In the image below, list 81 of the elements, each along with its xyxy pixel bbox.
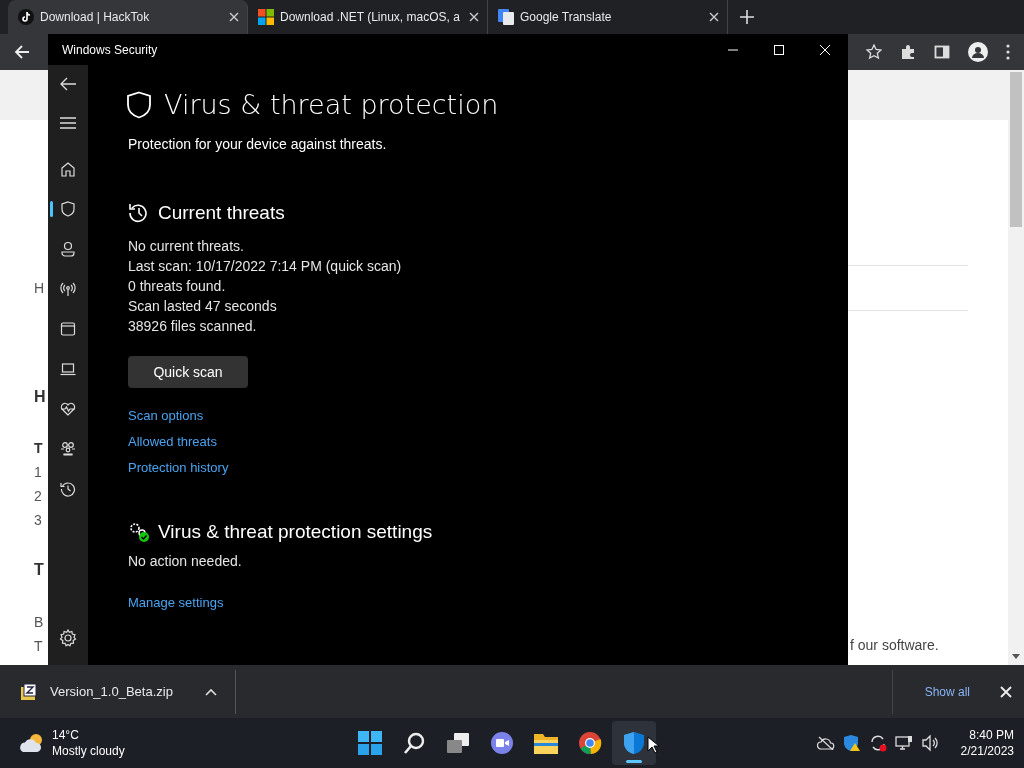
sync-icon[interactable] (868, 734, 887, 752)
settings-link[interactable]: Scan options (128, 408, 229, 423)
status-text: No current threats. (128, 237, 245, 256)
settings-link[interactable]: Protection history (128, 460, 229, 475)
cursor-icon (647, 736, 659, 754)
video-chat-icon (490, 731, 514, 755)
settings-link[interactable]: Allowed threats (128, 434, 229, 449)
page-text: 2 (34, 488, 42, 504)
page-text: 3 (34, 512, 42, 528)
network-icon[interactable] (894, 734, 913, 752)
status-text: 38926 files scanned. (128, 317, 258, 336)
family-icon (60, 441, 76, 457)
clock-date[interactable]: 2/21/2023 (960, 743, 1014, 759)
history-icon (60, 481, 76, 497)
star-icon[interactable] (866, 44, 882, 60)
close-icon[interactable] (229, 12, 239, 22)
shield-icon (60, 201, 76, 217)
side-panel-icon[interactable] (934, 44, 950, 60)
page-text: T (34, 440, 43, 456)
scroll-down-icon[interactable] (1012, 654, 1020, 659)
clock-time[interactable]: 8:40 PM (969, 727, 1014, 743)
windows-logo-icon (358, 731, 382, 755)
cloud-off-icon[interactable] (816, 736, 835, 750)
shield-icon (622, 731, 646, 755)
maximize-icon[interactable] (774, 44, 784, 55)
page-text: B (34, 614, 44, 630)
download-file-name[interactable]: Version_1.0_Beta.zip (50, 684, 173, 699)
folder-icon (533, 731, 559, 755)
page-text: T (34, 561, 44, 579)
antenna-icon (60, 281, 76, 297)
shield-warning-icon[interactable] (842, 734, 861, 752)
search-icon (402, 731, 426, 755)
profile-icon[interactable] (968, 42, 988, 62)
gears-check-icon (128, 521, 150, 543)
scrollbar[interactable] (1008, 70, 1024, 665)
page-text: H (34, 388, 46, 406)
status-text: Last scan: 10/17/2022 7:14 PM (quick scan) (128, 257, 402, 276)
home-icon (60, 161, 76, 177)
browser-logo-icon (578, 731, 602, 755)
note-icon (18, 9, 34, 25)
section-heading: Current threats (158, 202, 285, 224)
page-text: f our software. (850, 637, 939, 653)
show-all-link[interactable]: Show all (924, 684, 970, 699)
settings-icon[interactable] (59, 629, 77, 647)
windows-logo-icon (258, 9, 274, 25)
page-subtitle: Protection for your device against threats. (128, 136, 387, 152)
translate-icon (498, 9, 514, 25)
status-text: 0 threats found. (128, 277, 227, 296)
back-icon[interactable] (60, 77, 76, 91)
page-text: H (34, 280, 45, 296)
close-icon[interactable] (469, 12, 479, 22)
person-icon (60, 241, 76, 257)
scroll-thumb[interactable] (1010, 72, 1022, 227)
heartbeat-icon (60, 401, 76, 417)
back-icon[interactable] (14, 44, 30, 60)
weather-condition: Mostly cloudy (52, 743, 125, 759)
page-text: 1 (34, 464, 42, 480)
page-text: T (34, 638, 43, 654)
app-window-icon (60, 321, 76, 337)
window-title: Windows Security (62, 42, 158, 57)
section-heading: Virus & threat protection settings (158, 521, 433, 543)
speaker-icon[interactable] (920, 734, 939, 752)
taskbar-app[interactable] (612, 721, 656, 765)
chevron-up-icon[interactable] (204, 687, 217, 696)
menu-icon[interactable] (1006, 44, 1010, 60)
laptop-icon (60, 361, 76, 377)
close-icon[interactable] (709, 12, 719, 22)
browser-tab[interactable]: Download | HackTok (8, 0, 248, 34)
manage-settings-link[interactable]: Manage settings (128, 595, 224, 610)
page-heading: Virus & threat protection (164, 89, 499, 120)
temperature: 14°C (52, 727, 80, 743)
new-tab-icon[interactable] (740, 10, 754, 24)
status-text: Scan lasted 47 seconds (128, 297, 278, 316)
menu-icon[interactable] (60, 117, 76, 129)
puzzle-icon[interactable] (900, 44, 916, 60)
refresh-clock-icon (128, 202, 150, 224)
quick-scan-button[interactable]: Quick scan (128, 356, 248, 388)
task-view-icon (446, 731, 470, 755)
status-text: No action needed. (128, 552, 242, 571)
zip-file-icon (20, 682, 38, 701)
shield-icon (126, 90, 152, 119)
